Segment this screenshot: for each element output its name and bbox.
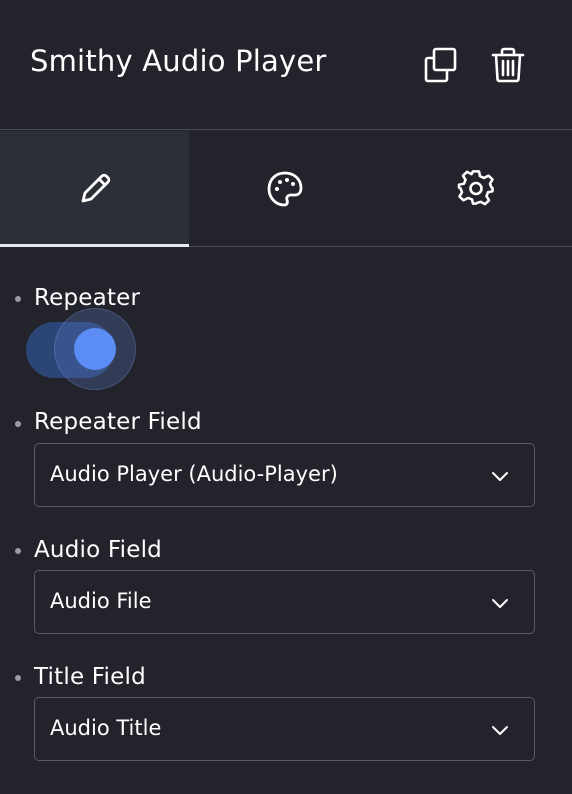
audio-field-value: Audio File: [50, 589, 152, 613]
toggle-knob: [74, 328, 116, 370]
gear-icon: [457, 169, 494, 205]
title-field-select[interactable]: Audio Title: [34, 697, 535, 761]
bullet-dot: [15, 675, 21, 681]
panel-title: Smithy Audio Player: [30, 44, 327, 78]
copy-icon[interactable]: [423, 46, 459, 84]
bullet-dot: [15, 548, 21, 554]
bullet-dot: [15, 421, 21, 427]
repeater-field-select[interactable]: Audio Player (Audio-Player): [34, 443, 535, 507]
repeater-field-value: Audio Player (Audio-Player): [50, 462, 338, 486]
pencil-icon: [81, 173, 110, 202]
repeater-toggle[interactable]: [26, 308, 136, 390]
trash-icon[interactable]: [490, 46, 526, 84]
tab-edit[interactable]: [0, 131, 189, 247]
audio-field-label: Audio Field: [34, 537, 162, 563]
title-field-label: Title Field: [34, 664, 146, 690]
chevron-down-icon: [490, 720, 510, 740]
palette-icon: [267, 171, 302, 206]
tab-settings[interactable]: [380, 131, 572, 246]
chevron-down-icon: [490, 466, 510, 486]
panel-header: Smithy Audio Player: [0, 0, 572, 130]
audio-field-select[interactable]: Audio File: [34, 570, 535, 634]
chevron-down-icon: [490, 593, 510, 613]
bullet-dot: [15, 296, 21, 302]
tab-style[interactable]: [189, 131, 380, 246]
repeater-label: Repeater: [34, 285, 141, 311]
title-field-value: Audio Title: [50, 716, 162, 740]
tab-bar: [0, 131, 572, 247]
repeater-field-label: Repeater Field: [34, 409, 202, 435]
